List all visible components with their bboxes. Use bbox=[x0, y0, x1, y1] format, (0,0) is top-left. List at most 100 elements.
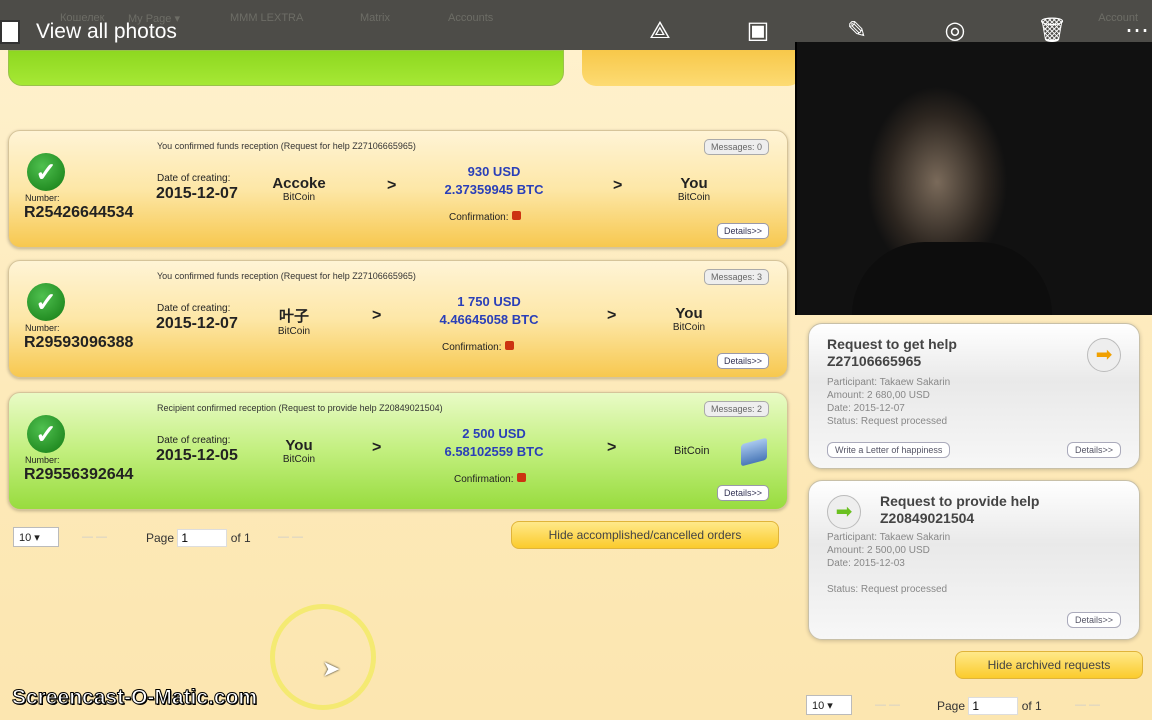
amount: 2 500 USD 6.58102559 BTC bbox=[409, 425, 579, 461]
page-label: Page bbox=[146, 531, 175, 545]
ghost-tab: Accounts bbox=[448, 12, 494, 24]
recipient-currency: BitCoin bbox=[672, 322, 706, 333]
order-status: You confirmed funds reception (Request f… bbox=[157, 141, 416, 151]
slideshow-icon[interactable]: ▣ bbox=[743, 16, 773, 46]
ghost-tab: MMM LEXTRA bbox=[230, 12, 304, 24]
prev-page-buttons[interactable]: — — bbox=[82, 531, 107, 543]
arrow: > bbox=[372, 307, 382, 324]
order-status: Recipient confirmed reception (Request t… bbox=[157, 403, 443, 413]
details-button[interactable]: Details>> bbox=[1066, 612, 1121, 628]
order-number: R29556392644 bbox=[24, 466, 134, 483]
hide-archived-button[interactable]: Hide archived requests bbox=[955, 651, 1143, 679]
date-label: Date of creating: bbox=[157, 435, 231, 446]
page-input[interactable] bbox=[968, 697, 1019, 715]
wallet-icon bbox=[741, 437, 767, 467]
sender-currency: BitCoin bbox=[277, 326, 311, 337]
request-date: Date: 2015-12-07 bbox=[827, 403, 905, 414]
sender: You BitCoin bbox=[259, 437, 339, 465]
page-total: of 1 bbox=[1021, 699, 1042, 713]
details-button[interactable]: Details>> bbox=[716, 353, 769, 369]
messages-button[interactable]: Messages: 2 bbox=[703, 401, 769, 417]
request-card-provide-help: ➡ Request to provide help Z20849021504 P… bbox=[808, 480, 1140, 640]
orange-arrow-icon: ➡ bbox=[1087, 338, 1121, 372]
messages-button[interactable]: Messages: 3 bbox=[703, 269, 769, 285]
mouse-cursor-icon: ➤ bbox=[322, 656, 341, 681]
order-number: R29593096388 bbox=[24, 334, 134, 351]
webcam-person bbox=[852, 242, 1052, 315]
recipient-currency: BitCoin bbox=[677, 192, 711, 203]
amount-btc: 2.37359945 BTC bbox=[444, 182, 544, 197]
green-panel-strip bbox=[8, 50, 564, 86]
number-label: Number: bbox=[25, 193, 60, 203]
photos-app-icon bbox=[0, 20, 20, 44]
confirmation: Confirmation: bbox=[454, 473, 527, 485]
next-page-buttons[interactable]: — — bbox=[1075, 699, 1100, 711]
confirmation-label: Confirmation: bbox=[454, 474, 514, 485]
order-number: R25426644534 bbox=[24, 204, 134, 221]
sender: Accoke BitCoin bbox=[259, 175, 339, 203]
recipient: You BitCoin bbox=[659, 175, 729, 203]
order-card: You confirmed funds reception (Request f… bbox=[8, 130, 788, 248]
details-button[interactable]: Details>> bbox=[716, 485, 769, 501]
page-total: of 1 bbox=[230, 531, 251, 545]
order-date: 2015-12-07 bbox=[156, 185, 238, 202]
next-page-buttons[interactable]: — — bbox=[278, 531, 303, 543]
confirmation: Confirmation: bbox=[449, 211, 522, 223]
sender-name: 叶子 bbox=[278, 308, 309, 325]
request-status: Status: Request processed bbox=[827, 416, 948, 427]
prev-page-buttons[interactable]: — — bbox=[875, 699, 900, 711]
check-icon: ✓ bbox=[27, 415, 65, 453]
sender-currency: BitCoin bbox=[282, 454, 316, 465]
webcam-overlay bbox=[795, 42, 1152, 315]
recipient: You BitCoin bbox=[654, 305, 724, 333]
amount-btc: 4.46645058 BTC bbox=[439, 312, 539, 327]
order-date: 2015-12-07 bbox=[156, 315, 238, 332]
date-label: Date of creating: bbox=[157, 303, 231, 314]
check-icon: ✓ bbox=[27, 153, 65, 191]
view-all-photos-link[interactable]: View all photos bbox=[36, 20, 177, 44]
green-arrow-icon: ➡ bbox=[827, 495, 861, 529]
confirmation-icon[interactable] bbox=[512, 211, 522, 220]
arrow: > bbox=[607, 307, 617, 324]
sender-name: Accoke bbox=[272, 175, 326, 192]
confirmation: Confirmation: bbox=[442, 341, 515, 353]
watermark: Screencast-O-Matic.com bbox=[11, 686, 258, 710]
request-card-get-help: Request to get help Z27106665965 Partici… bbox=[808, 323, 1140, 469]
details-button[interactable]: Details>> bbox=[716, 223, 769, 239]
confirmation-label: Confirmation: bbox=[449, 212, 509, 223]
order-date: 2015-12-05 bbox=[156, 447, 238, 464]
order-card: Recipient confirmed reception (Request t… bbox=[8, 392, 788, 510]
sender: 叶子 BitCoin bbox=[254, 305, 334, 337]
request-title: Request to get help bbox=[827, 336, 957, 352]
date-label: Date of creating: bbox=[157, 173, 231, 184]
request-title: Request to provide help bbox=[880, 493, 1040, 509]
request-id: Z27106665965 bbox=[827, 353, 922, 369]
sender-name: You bbox=[285, 437, 313, 454]
page-label: Page bbox=[937, 699, 966, 713]
order-card: You confirmed funds reception (Request f… bbox=[8, 260, 788, 378]
recipient-currency: BitCoin bbox=[674, 445, 710, 457]
ghost-tab: Matrix bbox=[360, 12, 390, 24]
details-button[interactable]: Details>> bbox=[1066, 442, 1121, 458]
request-id: Z20849021504 bbox=[880, 510, 975, 526]
request-date: Date: 2015-12-03 bbox=[827, 558, 905, 569]
request-amount: Amount: 2 680,00 USD bbox=[827, 390, 930, 401]
share-icon[interactable]: ⟁ bbox=[645, 16, 675, 46]
amount-usd: 930 USD bbox=[467, 164, 521, 179]
arrow: > bbox=[613, 177, 623, 194]
messages-button[interactable]: Messages: 0 bbox=[703, 139, 769, 155]
write-letter-button[interactable]: Write a Letter of happiness bbox=[827, 442, 951, 458]
confirmation-icon[interactable] bbox=[505, 341, 515, 350]
request-participant: Participant: Takaew Sakarin bbox=[827, 532, 951, 543]
per-page-select[interactable]: 10 ▾ bbox=[13, 527, 59, 547]
recipient-name: You bbox=[680, 175, 708, 192]
confirmation-icon[interactable] bbox=[517, 473, 527, 482]
request-amount: Amount: 2 500,00 USD bbox=[827, 545, 930, 556]
arrow: > bbox=[372, 439, 382, 456]
yellow-panel-strip bbox=[582, 50, 802, 86]
hide-orders-button[interactable]: Hide accomplished/cancelled orders bbox=[511, 521, 779, 549]
amount-usd: 1 750 USD bbox=[457, 294, 521, 309]
amount-btc: 6.58102559 BTC bbox=[444, 444, 544, 459]
per-page-select[interactable]: 10 ▾ bbox=[806, 695, 852, 715]
page-input[interactable] bbox=[177, 529, 228, 547]
